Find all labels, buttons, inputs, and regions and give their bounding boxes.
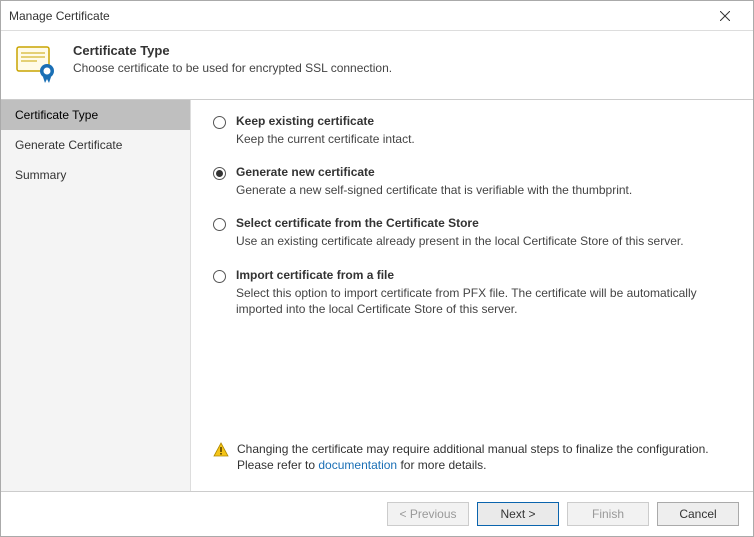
sidebar-item-summary[interactable]: Summary [1, 160, 190, 190]
option-title: Select certificate from the Certificate … [236, 216, 731, 230]
button-label: < Previous [399, 507, 456, 521]
close-button[interactable] [705, 2, 745, 30]
cancel-button[interactable]: Cancel [657, 502, 739, 526]
dialog-window: Manage Certificate Certificate Type Choo… [0, 0, 754, 537]
sidebar-item-label: Generate Certificate [15, 138, 122, 152]
documentation-link[interactable]: documentation [318, 458, 397, 472]
option-description: Keep the current certificate intact. [236, 131, 731, 147]
option-keep-existing[interactable]: Keep existing certificate Keep the curre… [213, 114, 731, 147]
sidebar-item-generate-certificate[interactable]: Generate Certificate [1, 130, 190, 160]
previous-button: < Previous [387, 502, 469, 526]
button-label: Cancel [679, 507, 716, 521]
warning-icon [213, 442, 229, 458]
option-text: Select certificate from the Certificate … [236, 216, 731, 249]
header-description: Choose certificate to be used for encryp… [73, 61, 392, 75]
content: Keep existing certificate Keep the curre… [191, 100, 753, 491]
option-select-store[interactable]: Select certificate from the Certificate … [213, 216, 731, 249]
option-description: Select this option to import certificate… [236, 285, 731, 317]
option-title: Import certificate from a file [236, 268, 731, 282]
option-import-file[interactable]: Import certificate from a file Select th… [213, 268, 731, 317]
options-group: Keep existing certificate Keep the curre… [213, 114, 731, 435]
option-generate-new[interactable]: Generate new certificate Generate a new … [213, 165, 731, 198]
button-label: Next > [500, 507, 535, 521]
option-title: Generate new certificate [236, 165, 731, 179]
warning-text: Changing the certificate may require add… [237, 441, 721, 473]
warning-panel: Changing the certificate may require add… [213, 441, 731, 473]
certificate-icon [15, 41, 59, 85]
sidebar-item-label: Summary [15, 168, 66, 182]
sidebar: Certificate Type Generate Certificate Su… [1, 100, 191, 491]
finish-button: Finish [567, 502, 649, 526]
option-text: Keep existing certificate Keep the curre… [236, 114, 731, 147]
warning-text-after: for more details. [400, 458, 486, 472]
header-title: Certificate Type [73, 43, 392, 58]
option-title: Keep existing certificate [236, 114, 731, 128]
option-text: Generate new certificate Generate a new … [236, 165, 731, 198]
close-icon [720, 11, 730, 21]
header: Certificate Type Choose certificate to b… [1, 31, 753, 100]
titlebar: Manage Certificate [1, 1, 753, 31]
button-label: Finish [592, 507, 624, 521]
body: Certificate Type Generate Certificate Su… [1, 100, 753, 491]
footer: < Previous Next > Finish Cancel [1, 491, 753, 536]
radio-icon [213, 167, 226, 180]
sidebar-item-label: Certificate Type [15, 108, 98, 122]
header-text: Certificate Type Choose certificate to b… [73, 41, 392, 75]
radio-icon [213, 218, 226, 231]
option-text: Import certificate from a file Select th… [236, 268, 731, 317]
radio-icon [213, 270, 226, 283]
sidebar-item-certificate-type[interactable]: Certificate Type [1, 100, 190, 130]
window-title: Manage Certificate [9, 9, 705, 23]
next-button[interactable]: Next > [477, 502, 559, 526]
radio-icon [213, 116, 226, 129]
option-description: Use an existing certificate already pres… [236, 233, 731, 249]
option-description: Generate a new self-signed certificate t… [236, 182, 731, 198]
